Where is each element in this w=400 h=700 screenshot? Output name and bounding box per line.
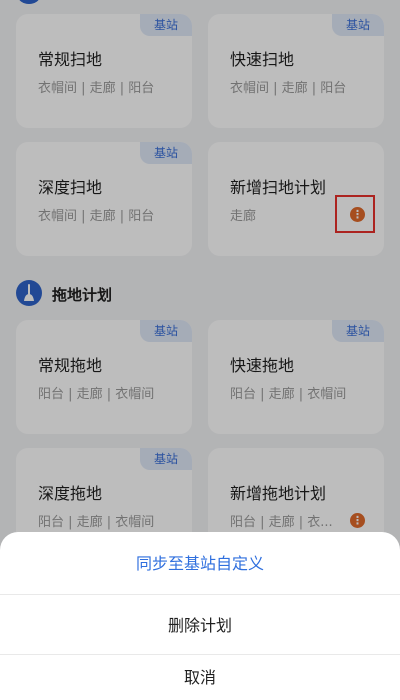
delete-plan-button[interactable]: 删除计划 — [0, 598, 400, 654]
action-sheet: 同步至基站自定义 删除计划 取消 — [0, 532, 400, 700]
divider — [0, 654, 400, 655]
divider — [0, 594, 400, 595]
sync-to-base-station-button[interactable]: 同步至基站自定义 — [0, 536, 400, 592]
cancel-button[interactable]: 取消 — [0, 656, 400, 700]
